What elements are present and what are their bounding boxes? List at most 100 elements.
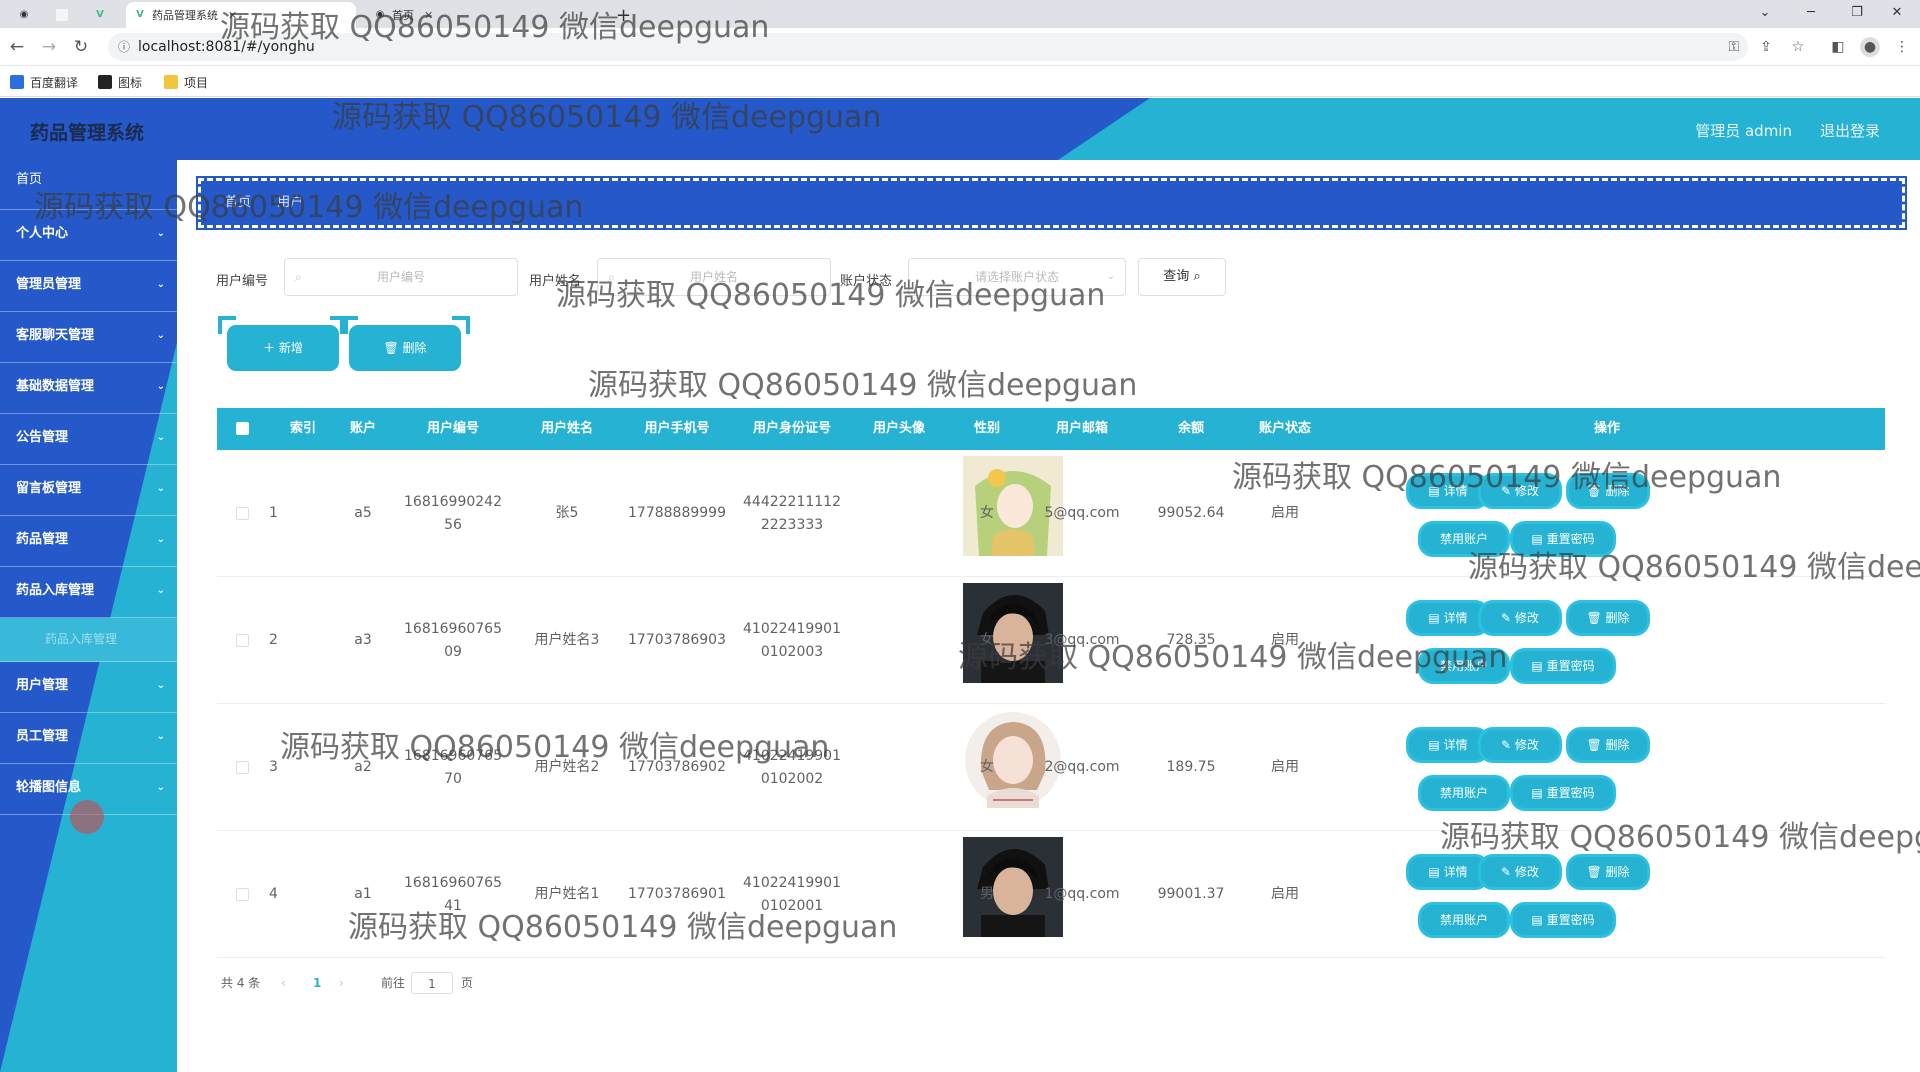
table-row: 3 a2 16816960765 70 用户姓名2 17703786902 4102241… [217,704,1885,831]
search-icon: ⌕ [1193,269,1201,284]
reload-icon[interactable]: ↻ [70,36,92,58]
edit-button[interactable]: ✎ 修改 [1481,603,1559,633]
reset-password-button[interactable]: ▤ 重置密码 [1513,524,1613,554]
bookmark-item[interactable]: 图标 [98,73,142,91]
page-number[interactable]: 1 [313,972,321,994]
column-header: 用户姓名 [540,421,593,436]
detail-button[interactable]: ▤ 详情 [1409,857,1487,887]
cell-phone: 17788889999 [628,505,726,521]
key-icon[interactable]: ⚿ [1724,37,1744,57]
sidebar-item[interactable]: 药品管理 ⌄ [0,516,177,567]
field-label: 用户姓名 [529,274,582,289]
minimize-icon[interactable]: ─ [1788,0,1834,28]
delete-button[interactable]: 🗑 删除 [1569,857,1647,887]
share-icon[interactable]: ⇪ [1756,37,1776,57]
tab-title: 药品管理系统 [152,9,218,22]
detail-button[interactable]: ▤ 详情 [1409,476,1487,506]
query-button[interactable]: 查询 ⌕ [1138,258,1226,296]
delete-button[interactable]: 🗑 删除 [1569,476,1647,506]
disable-account-button[interactable]: 禁用账户 [1421,651,1507,681]
window-close-icon[interactable]: ✕ [1874,0,1920,28]
reset-password-button[interactable]: ▤ 重置密码 [1513,905,1613,935]
table-cell: 17703786902 [617,704,737,831]
row-checkbox[interactable] [236,888,249,901]
add-button[interactable]: ＋ 新增 [218,316,348,366]
tab-5[interactable]: ◉ 首页 ✕ [366,2,596,28]
goto-page-input[interactable]: 1 [411,972,453,994]
more-icon[interactable]: ⋮ [1892,37,1912,57]
url-text: localhost:8081/#/yonghu [138,39,315,55]
bookmark-item[interactable]: 项目 [164,73,208,91]
sidebar-item[interactable]: 公告管理 ⌄ [0,414,177,465]
close-icon[interactable]: ✕ [424,9,433,22]
sidebar-item[interactable]: 客服聊天管理 ⌄ [0,312,177,363]
tab-3[interactable]: V [86,2,120,28]
sidebar-item[interactable]: 药品入库管理 [0,618,177,662]
detail-button[interactable]: ▤ 详情 [1409,603,1487,633]
star-icon[interactable]: ☆ [1788,37,1808,57]
bookmark-item[interactable]: 百度翻译 [10,73,78,91]
prev-page-icon[interactable]: ‹ [281,972,286,994]
sidebar-item[interactable]: 用户管理 ⌄ [0,662,177,713]
sidebar-item-label: 公告管理 [16,430,69,445]
status-select[interactable]: 请选择账户状态 ⌄ [908,258,1126,296]
add-label: 新增 [278,341,303,355]
forward-icon[interactable]: → [38,36,60,58]
cell-gender: 女 [980,759,994,775]
table-cell: 16816960765 09 [403,577,503,704]
sidebar-item[interactable]: 首页 [0,160,177,210]
select-all-checkbox[interactable] [236,422,249,435]
sidebar-item[interactable]: 药品入库管理 ⌄ [0,567,177,618]
profile-icon[interactable]: ● [1860,37,1880,57]
next-page-icon[interactable]: › [339,972,344,994]
user-code-input[interactable]: ⌕ 用户编号 [284,258,518,296]
reset-password-button[interactable]: ▤ 重置密码 [1513,651,1613,681]
delete-label: 删除 [402,341,427,355]
back-icon[interactable]: ← [6,36,28,58]
detail-button[interactable]: ▤ 详情 [1409,730,1487,760]
sidebar-item[interactable]: 员工管理 ⌄ [0,713,177,764]
reset-password-button[interactable]: ▤ 重置密码 [1513,778,1613,808]
sidebar-menu: 首页 个人中心 ⌄ 管理员管理 ⌄ 客服聊天管理 ⌄ 基础数据管理 ⌄ 公告管理 ⌄ 留言板管理 ⌄ 药品… [0,160,177,815]
cell-gender: 女 [980,505,994,521]
sidebar-item[interactable]: 基础数据管理 ⌄ [0,363,177,414]
tab-active[interactable]: V 药品管理系统 ✕ [126,2,356,28]
total-count: 共 4 条 [221,976,261,990]
sidebar-item[interactable]: 管理员管理 ⌄ [0,261,177,312]
info-icon[interactable]: ⓘ [118,33,130,61]
disable-account-button[interactable]: 禁用账户 [1421,778,1507,808]
breadcrumb-home[interactable]: 首页 [225,195,251,210]
pencil-icon: ✎ [1501,611,1515,625]
delete-button[interactable]: 🗑 删除 [1569,603,1647,633]
sidebar-item[interactable]: 留言板管理 ⌄ [0,465,177,516]
url-input[interactable]: ⓘ localhost:8081/#/yonghu [108,33,1748,61]
sidepanel-icon[interactable]: ◧ [1828,37,1848,57]
edit-button[interactable]: ✎ 修改 [1481,476,1559,506]
delete-button[interactable]: 🗑 删除 [1569,730,1647,760]
row-checkbox[interactable] [236,634,249,647]
row-checkbox[interactable] [236,507,249,520]
table-cell: 用户姓名3 [512,577,622,704]
sidebar-item[interactable]: 个人中心 ⌄ [0,210,177,261]
edit-button[interactable]: ✎ 修改 [1481,857,1559,887]
logout-link[interactable]: 退出登录 [1820,120,1880,141]
watermark: 源码获取 QQ86050149 微信deepguan [588,368,1138,403]
cell-idcard: 41022419901 0102002 [743,747,841,787]
row-checkbox[interactable] [236,761,249,774]
tab-1[interactable]: ◉ [10,2,44,28]
table-row: 2 a3 16816960765 09 用户姓名3 17703786903 4102241… [217,577,1885,704]
batch-delete-button[interactable]: 🗑 删除 [340,316,470,366]
user-name-input[interactable]: ⌕ 用户姓名 [597,258,831,296]
disable-account-button[interactable]: 禁用账户 [1421,524,1507,554]
table-row: 1 a5 16816990242 56 张5 17788889999 4442221111… [217,450,1885,577]
edit-button[interactable]: ✎ 修改 [1481,730,1559,760]
tab-2[interactable] [48,2,82,28]
tab-search-icon[interactable]: ⌄ [1742,0,1788,28]
new-tab-button[interactable]: + [608,2,639,28]
table-cell: 3@qq.com [1022,577,1142,704]
table-cell: 启用 [1225,704,1345,831]
close-icon[interactable]: ✕ [228,9,237,22]
disable-account-button[interactable]: 禁用账户 [1421,905,1507,935]
pencil-icon: ✎ [1501,865,1515,879]
table-cell: 启用 [1225,450,1345,577]
